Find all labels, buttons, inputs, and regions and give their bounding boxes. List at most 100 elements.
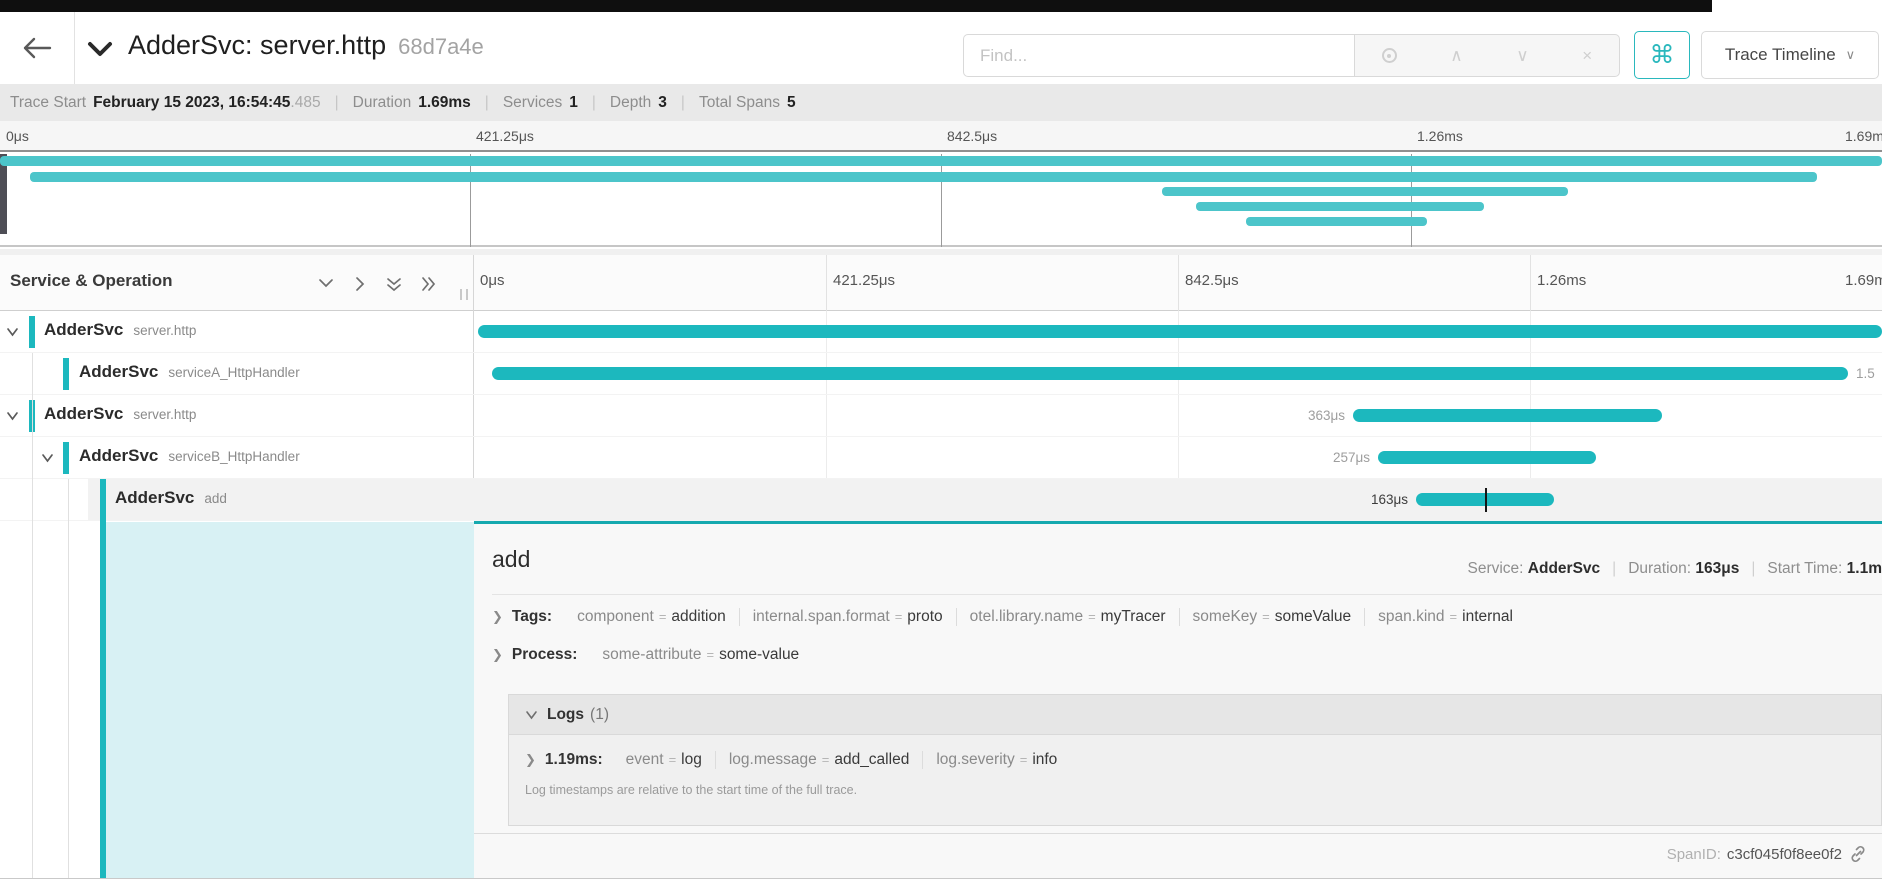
- back-button[interactable]: [0, 12, 75, 84]
- span-service-name: AdderSvcadd: [115, 488, 227, 508]
- span-operation-name: serviceB_HttpHandler: [168, 449, 299, 464]
- chevron-down-icon: [525, 710, 538, 720]
- span-timeline-cell[interactable]: 363μs: [474, 395, 1882, 437]
- span-row[interactable]: AdderSvcserver.http363μs: [0, 395, 1882, 437]
- trace-title-bar: AdderSvc: server.http68d7a4e ∧ ∨ × ⌘ Tra…: [0, 12, 1882, 84]
- key-value-pair: someKey=someValue: [1179, 608, 1365, 626]
- keyboard-shortcuts-button[interactable]: ⌘: [1634, 31, 1690, 79]
- kv-value: someValue: [1275, 608, 1351, 625]
- kv-key: internal.span.format: [753, 608, 890, 625]
- minimap-tick-label: 842.5μs: [947, 128, 997, 144]
- timeline-tick: 421.25μs: [826, 255, 827, 311]
- span-duration-label: 1.5: [1856, 366, 1875, 381]
- span-row[interactable]: AdderSvcserviceB_HttpHandler257μs: [0, 437, 1882, 479]
- link-icon[interactable]: [1848, 844, 1868, 864]
- key-value-pair: component=addition: [564, 608, 739, 626]
- log-event-marker[interactable]: [1485, 488, 1487, 512]
- trace-view-selector[interactable]: Trace Timeline ∨: [1701, 31, 1879, 79]
- equals-sign: =: [1257, 609, 1275, 624]
- span-bar[interactable]: [478, 325, 1882, 338]
- meta-label: Services: [503, 94, 562, 112]
- timeline-tick: 1.26ms: [1530, 255, 1531, 311]
- minimap-span-bar: [30, 172, 1817, 182]
- span-bar[interactable]: [492, 367, 1848, 380]
- clear-search-icon[interactable]: ×: [1582, 47, 1592, 64]
- divider: [474, 833, 1882, 834]
- span-color-bar: [63, 358, 69, 390]
- span-color-bar: [100, 479, 106, 521]
- kv-value: internal: [1462, 608, 1513, 625]
- tags-label: Tags:: [512, 608, 552, 625]
- meta-label: Total Spans: [699, 94, 780, 112]
- span-bar[interactable]: [1378, 451, 1596, 464]
- process-accordion[interactable]: ❯Process:some-attribute=some-value: [492, 646, 812, 664]
- minimap-span-bar: [1162, 187, 1568, 196]
- separator: |: [335, 94, 339, 112]
- span-operation-name: add: [204, 491, 227, 506]
- span-service-name: AdderSvcserver.http: [44, 320, 196, 340]
- page-title: AdderSvc: server.http68d7a4e: [128, 30, 484, 61]
- span-row[interactable]: AdderSvcserver.http: [0, 311, 1882, 353]
- expand-chevron-icon[interactable]: [41, 453, 54, 463]
- span-row[interactable]: AdderSvcserviceA_HttpHandler1.5: [0, 353, 1882, 395]
- overview-label: Start Time:: [1767, 560, 1846, 577]
- expand-chevron-icon[interactable]: [6, 327, 19, 337]
- overview-label: Duration:: [1628, 560, 1695, 577]
- span-timeline-cell[interactable]: 257μs: [474, 437, 1882, 479]
- timeline-header: Service & Operation 0μs421.25μs842.5μs1.…: [0, 255, 1882, 311]
- service-operation-header: Service & Operation: [10, 271, 173, 291]
- span-row[interactable]: AdderSvcadd 163μs: [0, 479, 1882, 521]
- collapse-trace-chevron[interactable]: [86, 40, 114, 58]
- minimap-gridline: [941, 154, 942, 247]
- equals-sign: =: [1445, 609, 1463, 624]
- log-entry[interactable]: ❯1.19ms:event=loglog.message=add_calledl…: [509, 735, 1881, 769]
- expand-all-icon[interactable]: [420, 276, 437, 292]
- logs-accordion-header[interactable]: Logs (1): [509, 695, 1881, 735]
- next-match-icon[interactable]: ∨: [1516, 47, 1528, 64]
- span-operation-name: server.http: [133, 407, 196, 422]
- equals-sign: =: [890, 609, 908, 624]
- process-label: Process:: [512, 646, 577, 663]
- column-resize-grip[interactable]: [460, 289, 468, 300]
- meta-label: Depth: [610, 94, 651, 112]
- meta-label: Trace Start: [10, 94, 86, 112]
- meta-value: 1.69ms: [418, 94, 471, 112]
- span-bar[interactable]: [1353, 409, 1662, 422]
- prev-match-icon[interactable]: ∧: [1450, 47, 1462, 64]
- minimap-scrubber-handle[interactable]: [0, 154, 7, 234]
- meta-value-suffix: .485: [290, 94, 320, 111]
- timeline-tick-label: 1.69ms: [1845, 272, 1882, 289]
- kv-key: otel.library.name: [970, 608, 1083, 625]
- top-nav-bar: [0, 0, 1712, 12]
- chevron-down-icon: ∨: [1846, 47, 1856, 63]
- meta-value: February 15 2023, 16:54:45.485: [93, 94, 321, 112]
- meta-value: 3: [658, 94, 667, 112]
- back-arrow-icon: [22, 37, 52, 59]
- logs-section: Logs (1) ❯1.19ms:event=loglog.message=ad…: [508, 694, 1882, 826]
- find-input[interactable]: [963, 34, 1354, 77]
- key-value-pair: log.message=add_called: [715, 751, 922, 769]
- collapse-all-icon[interactable]: [386, 276, 402, 293]
- span-timeline-cell[interactable]: [474, 311, 1882, 353]
- span-timeline-cell[interactable]: 163μs: [474, 479, 1882, 521]
- collapse-one-icon[interactable]: [318, 276, 334, 290]
- find-toolbar: ∧ ∨ ×: [1354, 34, 1620, 77]
- locate-span-icon[interactable]: [1382, 48, 1397, 63]
- expand-chevron-icon[interactable]: [6, 411, 19, 421]
- key-value-pair: some-attribute=some-value: [589, 646, 812, 664]
- minimap-span-bar: [0, 156, 1882, 166]
- kv-value: addition: [671, 608, 725, 625]
- meta-value: 1: [569, 94, 578, 112]
- span-timeline-cell[interactable]: 1.5: [474, 353, 1882, 395]
- tree-guide-line: [32, 353, 33, 878]
- kv-key: event: [626, 751, 664, 768]
- kv-key: some-attribute: [602, 646, 701, 663]
- trace-minimap[interactable]: [0, 154, 1882, 247]
- meta-value: 5: [787, 94, 796, 112]
- separator: |: [681, 94, 685, 112]
- tags-accordion[interactable]: ❯Tags:component=additioninternal.span.fo…: [492, 608, 1526, 626]
- timeline-tick-label: 0μs: [480, 272, 505, 289]
- expand-one-icon[interactable]: [353, 276, 367, 292]
- view-selector-label: Trace Timeline: [1725, 45, 1836, 65]
- key-value-pair: internal.span.format=proto: [739, 608, 956, 626]
